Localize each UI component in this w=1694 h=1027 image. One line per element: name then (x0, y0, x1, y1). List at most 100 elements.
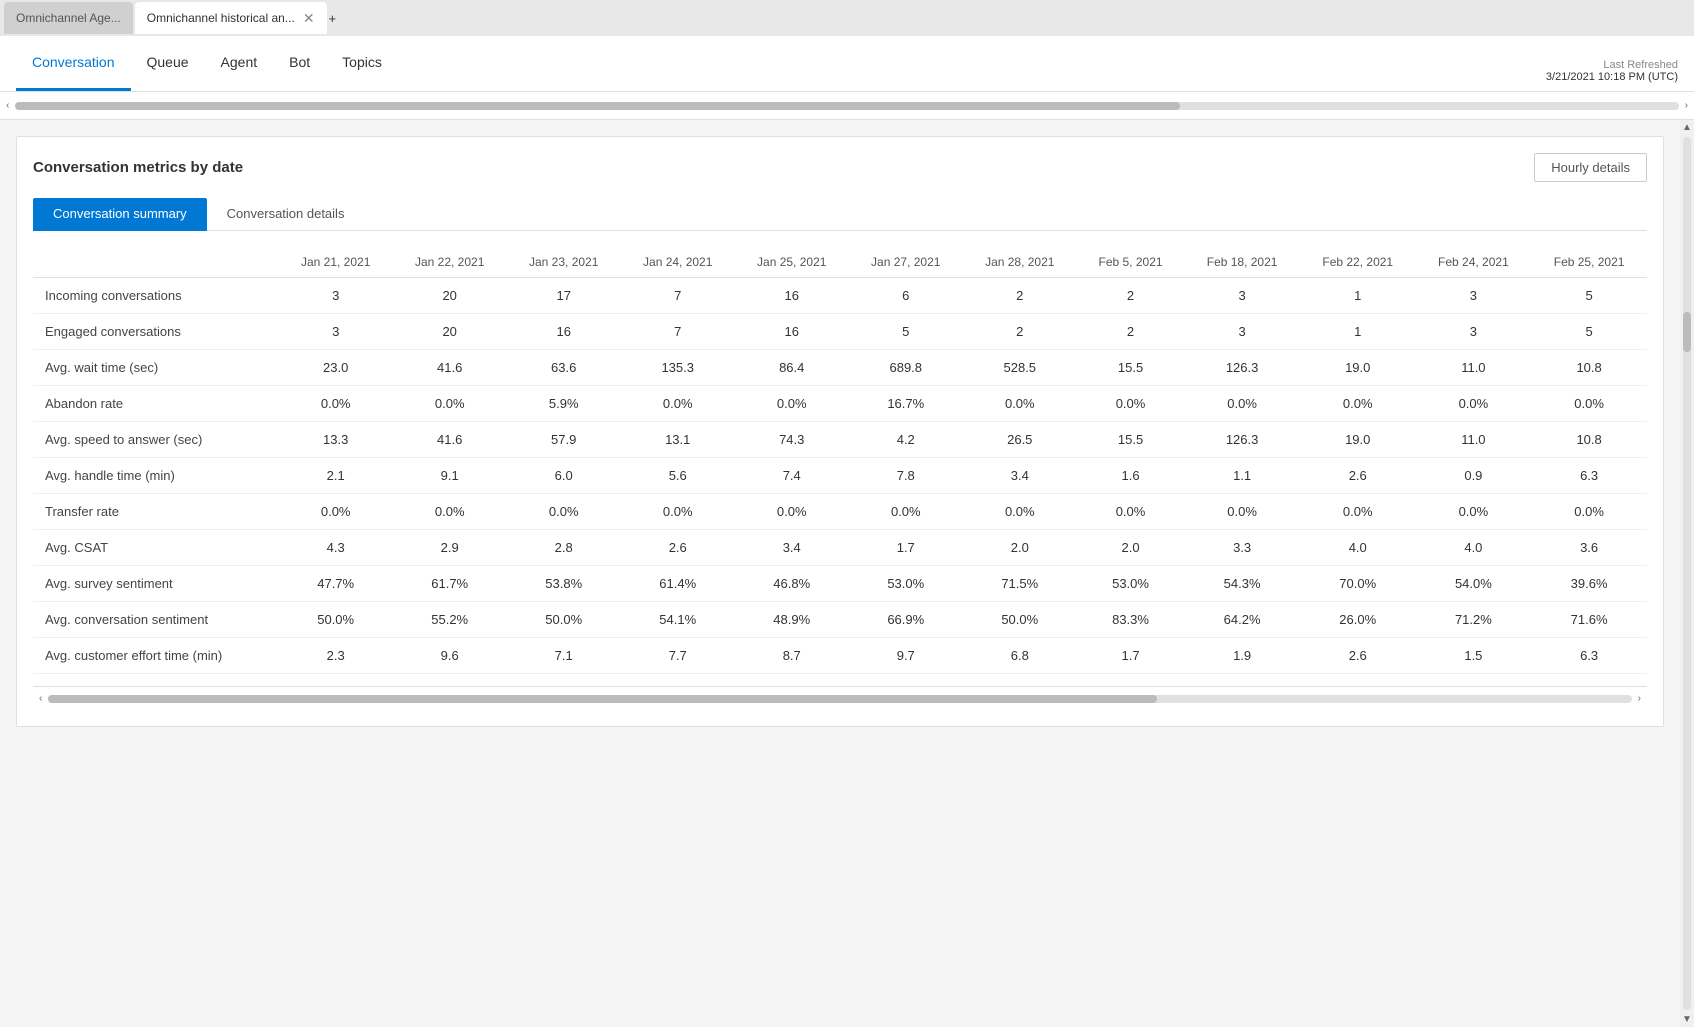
cell-10-3: 7.7 (621, 638, 735, 674)
cell-8-0: 47.7% (279, 566, 393, 602)
cell-5-9: 2.6 (1300, 458, 1416, 494)
cell-5-3: 5.6 (621, 458, 735, 494)
metrics-card: Conversation metrics by date Hourly deta… (16, 136, 1664, 727)
cell-5-8: 1.1 (1184, 458, 1300, 494)
scrollbar-down-arrow[interactable]: ▼ (1680, 1012, 1694, 1027)
cell-5-5: 7.8 (849, 458, 963, 494)
bottom-scroll-right-arrow[interactable]: › (1636, 693, 1643, 704)
metric-label-2: Avg. wait time (sec) (33, 350, 279, 386)
nav-tab-conversation[interactable]: Conversation (16, 36, 131, 91)
scroll-left-arrow[interactable]: ‹ (4, 100, 11, 111)
cell-6-6: 0.0% (963, 494, 1077, 530)
cell-2-1: 41.6 (393, 350, 507, 386)
scrollable-content: Conversation metrics by date Hourly deta… (0, 120, 1680, 1027)
cell-0-0: 3 (279, 278, 393, 314)
cell-1-9: 1 (1300, 314, 1416, 350)
col-header-5: Jan 27, 2021 (849, 247, 963, 278)
browser-tab-1[interactable]: Omnichannel Age... (4, 2, 133, 34)
browser-tab-2-label: Omnichannel historical an... (147, 11, 295, 25)
sub-tab-summary[interactable]: Conversation summary (33, 198, 207, 231)
cell-1-0: 3 (279, 314, 393, 350)
cell-1-1: 20 (393, 314, 507, 350)
cell-6-0: 0.0% (279, 494, 393, 530)
cell-10-0: 2.3 (279, 638, 393, 674)
cell-10-6: 6.8 (963, 638, 1077, 674)
cell-3-6: 0.0% (963, 386, 1077, 422)
cell-3-4: 0.0% (735, 386, 849, 422)
cell-1-10: 3 (1416, 314, 1532, 350)
nav-tab-queue[interactable]: Queue (131, 36, 205, 91)
table-row: Avg. wait time (sec)23.041.663.6135.386.… (33, 350, 1647, 386)
bottom-scroll-left-arrow[interactable]: ‹ (37, 693, 44, 704)
cell-8-11: 39.6% (1531, 566, 1647, 602)
cell-10-4: 8.7 (735, 638, 849, 674)
cell-8-8: 54.3% (1184, 566, 1300, 602)
nav-tab-topics[interactable]: Topics (326, 36, 398, 91)
table-row: Avg. conversation sentiment50.0%55.2%50.… (33, 602, 1647, 638)
right-scrollbar[interactable]: ▲ ▼ (1680, 120, 1694, 1027)
col-header-10: Feb 24, 2021 (1416, 247, 1532, 278)
cell-2-4: 86.4 (735, 350, 849, 386)
col-header-2: Jan 23, 2021 (507, 247, 621, 278)
col-header-0: Jan 21, 2021 (279, 247, 393, 278)
cell-0-7: 2 (1077, 278, 1185, 314)
cell-9-2: 50.0% (507, 602, 621, 638)
col-header-8: Feb 18, 2021 (1184, 247, 1300, 278)
metric-label-4: Avg. speed to answer (sec) (33, 422, 279, 458)
scrollbar-vertical-track[interactable] (1683, 137, 1691, 1010)
cell-8-10: 54.0% (1416, 566, 1532, 602)
cell-9-5: 66.9% (849, 602, 963, 638)
scroll-track[interactable] (15, 102, 1678, 110)
nav-tab-agent[interactable]: Agent (205, 36, 274, 91)
table-row: Avg. speed to answer (sec)13.341.657.913… (33, 422, 1647, 458)
sub-tabs: Conversation summary Conversation detail… (33, 198, 1647, 231)
cell-0-4: 16 (735, 278, 849, 314)
cell-6-11: 0.0% (1531, 494, 1647, 530)
table-header-row: Jan 21, 2021Jan 22, 2021Jan 23, 2021 Jan … (33, 247, 1647, 278)
scrollbar-up-arrow[interactable]: ▲ (1680, 120, 1694, 135)
col-header-1: Jan 22, 2021 (393, 247, 507, 278)
cell-5-10: 0.9 (1416, 458, 1532, 494)
cell-1-8: 3 (1184, 314, 1300, 350)
cell-6-3: 0.0% (621, 494, 735, 530)
cell-8-9: 70.0% (1300, 566, 1416, 602)
nav-tab-bot[interactable]: Bot (273, 36, 326, 91)
last-refreshed-value: 3/21/2021 10:18 PM (UTC) (1546, 71, 1678, 83)
new-tab-button[interactable]: + (329, 11, 337, 26)
cell-0-2: 17 (507, 278, 621, 314)
cell-9-11: 71.6% (1531, 602, 1647, 638)
cell-6-10: 0.0% (1416, 494, 1532, 530)
col-header-7: Feb 5, 2021 (1077, 247, 1185, 278)
close-tab-icon[interactable]: ✕ (303, 10, 315, 27)
cell-4-10: 11.0 (1416, 422, 1532, 458)
hourly-details-button[interactable]: Hourly details (1534, 153, 1647, 182)
cell-7-3: 2.6 (621, 530, 735, 566)
cell-7-8: 3.3 (1184, 530, 1300, 566)
cell-4-9: 19.0 (1300, 422, 1416, 458)
cell-0-9: 1 (1300, 278, 1416, 314)
browser-tab-2[interactable]: Omnichannel historical an... ✕ (135, 2, 327, 34)
cell-3-8: 0.0% (1184, 386, 1300, 422)
metric-label-3: Abandon rate (33, 386, 279, 422)
bottom-scroll-track[interactable] (48, 695, 1631, 703)
cell-3-1: 0.0% (393, 386, 507, 422)
cell-9-6: 50.0% (963, 602, 1077, 638)
scroll-right-arrow[interactable]: › (1683, 100, 1690, 111)
cell-7-0: 4.3 (279, 530, 393, 566)
cell-4-5: 4.2 (849, 422, 963, 458)
cell-5-11: 6.3 (1531, 458, 1647, 494)
cell-5-1: 9.1 (393, 458, 507, 494)
metric-label-6: Transfer rate (33, 494, 279, 530)
col-header-9: Feb 22, 2021 (1300, 247, 1416, 278)
cell-9-4: 48.9% (735, 602, 849, 638)
sub-tab-details[interactable]: Conversation details (207, 198, 365, 231)
card-title: Conversation metrics by date (33, 159, 243, 176)
cell-9-9: 26.0% (1300, 602, 1416, 638)
table-row: Engaged conversations320167165223135 (33, 314, 1647, 350)
metric-label-0: Incoming conversations (33, 278, 279, 314)
cell-5-6: 3.4 (963, 458, 1077, 494)
cell-8-2: 53.8% (507, 566, 621, 602)
card-header: Conversation metrics by date Hourly deta… (33, 153, 1647, 182)
cell-10-5: 9.7 (849, 638, 963, 674)
cell-6-7: 0.0% (1077, 494, 1185, 530)
